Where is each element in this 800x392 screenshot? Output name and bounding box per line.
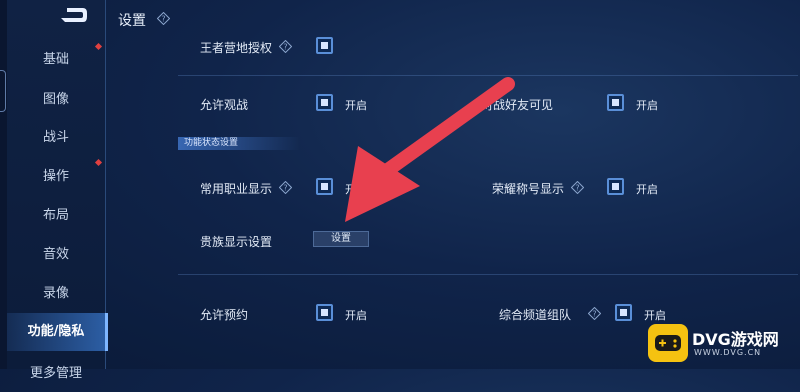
watermark-logo: DVG游戏网 WWW.DVG.CN <box>648 322 796 362</box>
watermark-url: WWW.DVG.CN <box>694 348 762 357</box>
annotation-arrow <box>345 77 515 222</box>
gamepad-icon <box>648 324 688 362</box>
watermark-title: DVG游戏网 <box>692 330 779 349</box>
